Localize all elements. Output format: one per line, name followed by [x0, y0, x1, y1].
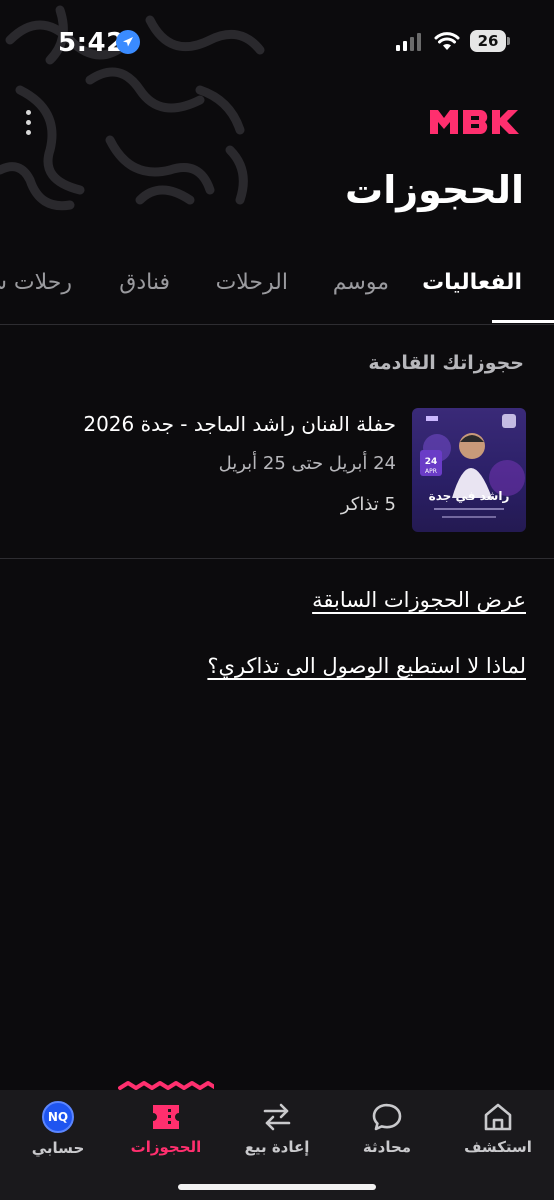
nav-explore[interactable]: استكشف: [448, 1100, 548, 1160]
battery-level: 26: [477, 32, 499, 50]
active-tab-indicator: [492, 320, 554, 323]
booking-card[interactable]: 24 APR راشد في جدة حفلة الفنان راشد الما…: [40, 408, 526, 532]
event-title: حفلة الفنان راشد الماجد - جدة 2026: [83, 412, 396, 436]
avatar-icon: NQ: [42, 1101, 74, 1133]
ticket-icon: [153, 1105, 179, 1129]
vertical-dots-icon[interactable]: [14, 104, 42, 140]
tab-trips[interactable]: الرحلات: [216, 270, 288, 295]
mbk-logo: [430, 110, 519, 134]
nav-label: محادثة: [362, 1138, 412, 1156]
nav-bookings[interactable]: الحجوزات: [116, 1100, 216, 1160]
thumb-event-name: راشد في جدة: [429, 489, 510, 503]
category-tabs: الفعاليات موسم الرحلات فنادق رحلات س: [0, 262, 554, 326]
nav-label: إعادة بيع: [244, 1138, 310, 1156]
status-time: 5:42: [58, 28, 125, 58]
swap-arrows-icon: [263, 1103, 291, 1131]
page-title: الحجوزات: [345, 168, 524, 212]
nav-label: حسابي: [31, 1139, 85, 1157]
home-indicator[interactable]: [178, 1184, 376, 1190]
tab-flights[interactable]: رحلات س: [0, 270, 72, 295]
ticket-count: 5 تذاكر: [340, 494, 396, 515]
event-dates: 24 أبريل حتى 25 أبريل: [218, 453, 396, 474]
upcoming-bookings-heading: حجوزاتك القادمة: [368, 352, 524, 374]
active-tab-wave-indicator: [118, 1081, 214, 1090]
home-icon: [484, 1103, 512, 1131]
past-bookings-link[interactable]: عرض الحجوزات السابقة: [312, 588, 526, 612]
chat-bubble-icon: [372, 1103, 402, 1131]
divider: [0, 324, 554, 325]
wifi-icon: [434, 32, 460, 50]
status-bar: 5:42 26: [0, 0, 554, 84]
thumb-date-day: 24: [425, 457, 438, 467]
avatar-initials: NQ: [47, 1110, 69, 1124]
nav-label: استكشف: [464, 1138, 532, 1156]
nav-chat[interactable]: محادثة: [337, 1100, 437, 1160]
thumb-date-month: APR: [425, 468, 437, 475]
tab-events[interactable]: الفعاليات: [422, 270, 522, 295]
bookings-screen: 5:42 26 الحجوزات الفعاليات موسم الرحلات …: [0, 0, 554, 1200]
nav-account[interactable]: NQ حسابي: [8, 1100, 108, 1160]
nav-resale[interactable]: إعادة بيع: [227, 1100, 327, 1160]
cellular-signal-icon: [396, 33, 421, 51]
tab-hotels[interactable]: فنادق: [119, 270, 170, 295]
battery-icon: 26: [470, 30, 506, 52]
nav-label: الحجوزات: [130, 1138, 202, 1156]
battery-tip: [507, 37, 510, 45]
divider: [0, 558, 554, 559]
location-arrow-icon: [116, 30, 140, 54]
tab-season[interactable]: موسم: [333, 270, 389, 295]
event-thumbnail: 24 APR راشد في جدة: [412, 408, 526, 532]
ticket-access-help-link[interactable]: لماذا لا استطيع الوصول الى تذاكري؟: [207, 654, 526, 678]
